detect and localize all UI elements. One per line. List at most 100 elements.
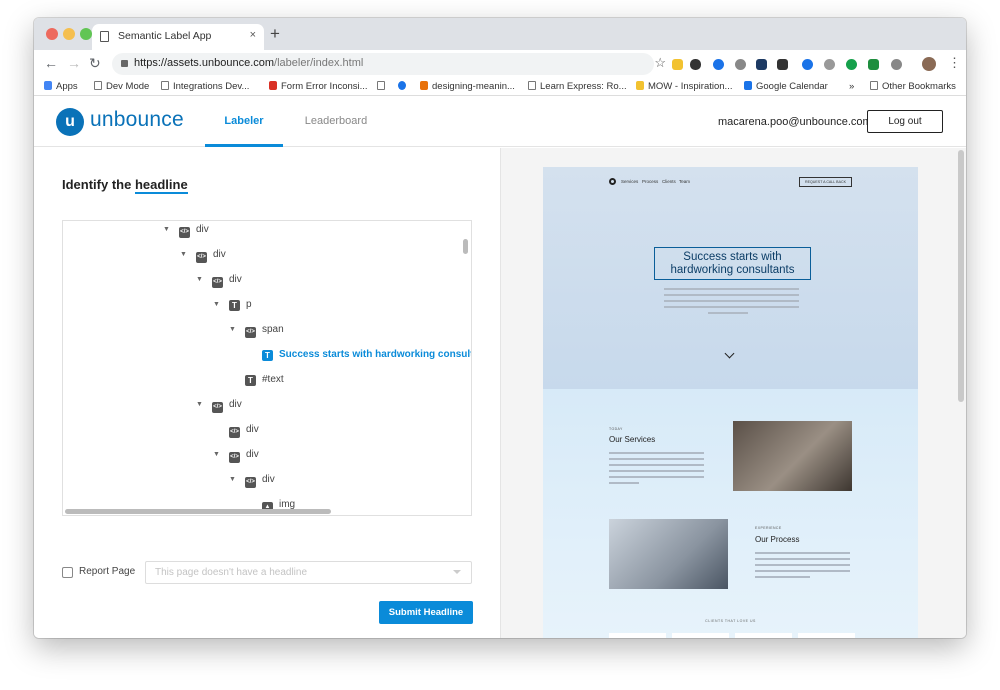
caret-down-icon[interactable]: ▼ <box>229 473 236 487</box>
tree-node[interactable]: ▼ </> span <box>229 323 284 338</box>
extension-icon[interactable] <box>777 59 788 70</box>
report-reason-placeholder: This page doesn't have a headline <box>155 567 308 578</box>
bookmarks-more-icon[interactable]: » <box>849 81 854 92</box>
submit-headline-button[interactable]: Submit Headline <box>379 601 473 624</box>
browser-tab[interactable]: Semantic Label App × <box>92 24 264 50</box>
tab-leaderboard[interactable]: Leaderboard <box>296 97 376 147</box>
tree-node[interactable]: ▼ </> div <box>180 248 226 263</box>
menu-kebab-icon[interactable]: ⋮ <box>948 55 961 71</box>
code-icon: </> <box>212 277 223 288</box>
tree-node[interactable]: </> div <box>229 423 259 438</box>
labeler-panel: Identify the headline ▼ </> div ▼ </> div ▼ <… <box>34 148 500 638</box>
report-page-checkbox[interactable] <box>62 567 73 578</box>
caret-down-icon[interactable]: ▼ <box>196 273 203 287</box>
bookmark-item[interactable] <box>377 81 389 92</box>
client-logo-box <box>609 633 666 638</box>
page-icon <box>100 31 109 42</box>
preview-logo-icon <box>609 178 616 185</box>
extension-icon[interactable] <box>802 59 813 70</box>
brand-name: unbounce <box>90 108 184 131</box>
profile-avatar[interactable] <box>922 57 936 71</box>
caret-down-icon[interactable]: ▼ <box>196 398 203 412</box>
preview-text-line <box>708 312 748 314</box>
maximize-window-button[interactable] <box>80 28 92 40</box>
extension-icon[interactable] <box>824 59 835 70</box>
caret-down-icon[interactable]: ▼ <box>213 298 220 312</box>
preview-text-line <box>755 564 850 566</box>
new-tab-button[interactable]: + <box>270 24 280 44</box>
bookmark-item[interactable] <box>398 81 410 92</box>
tree-node[interactable]: ▼ </> div <box>229 473 275 488</box>
tree-node[interactable]: ▼ </> div <box>163 223 209 238</box>
process-title: Our Process <box>755 535 800 544</box>
task-prompt: Identify the <box>62 177 132 192</box>
bookmark-other[interactable]: Other Bookmarks <box>870 81 956 92</box>
bookmark-star-icon[interactable]: ☆ <box>654 55 666 71</box>
dom-tree[interactable]: ▼ </> div ▼ </> div ▼ </> div ▼ Tp ▼ </> span T Su… <box>62 220 472 516</box>
browser-toolbar: ← → ↻ https://assets.unbounce.com/labele… <box>34 50 966 78</box>
logout-button[interactable]: Log out <box>867 110 943 133</box>
process-kicker: EXPERIENCE <box>755 526 782 530</box>
reload-icon[interactable]: ↻ <box>89 55 101 72</box>
preview-cta-button: REQUEST A CALL BACK <box>799 177 852 187</box>
bookmark-item[interactable]: MOW - Inspiration... <box>636 81 732 92</box>
address-bar[interactable]: https://assets.unbounce.com/labeler/inde… <box>112 53 666 75</box>
bookmark-item[interactable]: Learn Express: Ro... <box>528 81 627 92</box>
caret-down-icon[interactable]: ▼ <box>229 323 236 337</box>
bookmark-item[interactable]: designing-meanin... <box>420 81 515 92</box>
preview-nav-item: Process <box>642 179 659 184</box>
close-window-button[interactable] <box>46 28 58 40</box>
tab-strip: Semantic Label App × + <box>34 18 966 50</box>
tree-node[interactable]: ▼ Tp <box>213 298 252 312</box>
extension-icon[interactable] <box>756 59 767 70</box>
bookmarks-bar: Apps Dev Mode Integrations Dev... Form E… <box>34 78 966 96</box>
preview-headline: Success starts with hardworking consulta… <box>654 247 811 280</box>
minimize-window-button[interactable] <box>63 28 75 40</box>
preview-text-line <box>755 576 810 578</box>
caret-down-icon[interactable]: ▼ <box>180 248 187 262</box>
caret-down-icon[interactable]: ▼ <box>213 448 220 462</box>
preview-text-line <box>755 552 850 554</box>
preview-text-line <box>609 482 639 484</box>
bookmark-item[interactable]: Google Calendar <box>744 81 828 92</box>
tree-node[interactable]: ▼ </> div <box>196 398 242 413</box>
bookmark-item[interactable]: Dev Mode <box>94 81 149 92</box>
code-icon: </> <box>212 402 223 413</box>
code-icon: </> <box>229 427 240 438</box>
extension-icon[interactable] <box>713 59 724 70</box>
extension-icon[interactable] <box>672 59 683 70</box>
extension-icon[interactable] <box>891 59 902 70</box>
bookmark-apps[interactable]: Apps <box>44 81 78 92</box>
clients-label: CLIENTS THAT LOVE US <box>705 619 756 623</box>
preview-text-line <box>664 288 799 290</box>
preview-text-line <box>609 452 704 454</box>
extension-icon[interactable] <box>846 59 857 70</box>
process-image <box>609 519 728 589</box>
services-title: Our Services <box>609 435 656 444</box>
bookmark-item[interactable]: Form Error Inconsi... <box>269 81 368 92</box>
lock-icon <box>121 60 128 67</box>
tree-vertical-scrollbar[interactable] <box>463 239 468 254</box>
browser-window: Semantic Label App × + ← → ↻ https://ass… <box>34 18 966 638</box>
extension-icon[interactable] <box>735 59 746 70</box>
tree-node-selected[interactable]: TSuccess starts with hardworking consult… <box>262 348 471 362</box>
code-icon: </> <box>179 227 190 238</box>
preview-panel: Services Process Clients Team REQUEST A … <box>501 148 966 638</box>
preview-scrollbar[interactable] <box>958 150 964 402</box>
forward-icon[interactable]: → <box>67 55 81 71</box>
extension-icon[interactable] <box>868 59 879 70</box>
tree-node[interactable]: T #text <box>245 373 284 387</box>
report-page-label: Report Page <box>79 566 136 577</box>
extension-icon[interactable] <box>690 59 701 70</box>
tree-horizontal-scrollbar[interactable] <box>65 509 331 514</box>
tree-node[interactable]: ▼ </> div <box>213 448 259 463</box>
tree-node[interactable]: ▼ </> div <box>196 273 242 288</box>
report-reason-select[interactable]: This page doesn't have a headline <box>145 561 472 584</box>
back-icon[interactable]: ← <box>44 55 58 71</box>
tab-labeler[interactable]: Labeler <box>205 97 283 147</box>
url-path: /labeler/index.html <box>274 57 364 69</box>
bookmark-item[interactable]: Integrations Dev... <box>161 81 249 92</box>
preview-text-line <box>755 570 850 572</box>
close-tab-icon[interactable]: × <box>250 29 256 41</box>
caret-down-icon[interactable]: ▼ <box>163 223 170 237</box>
